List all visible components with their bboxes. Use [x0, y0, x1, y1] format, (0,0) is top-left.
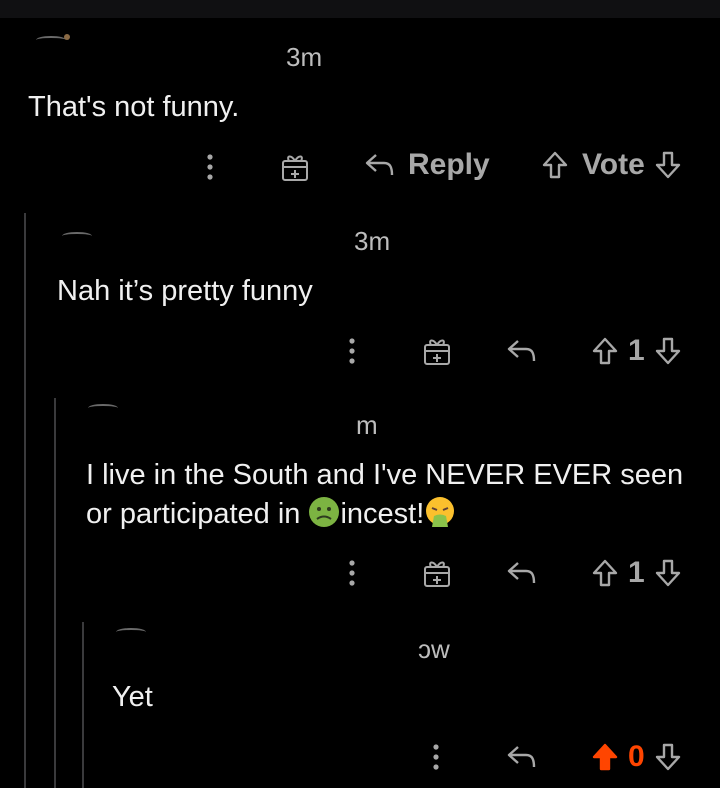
reply-button[interactable]: Reply	[364, 148, 490, 182]
more-vertical-icon	[349, 338, 355, 364]
reply-arrow-icon	[365, 154, 394, 176]
more-options-button[interactable]	[342, 556, 362, 590]
comment-text: Yet	[112, 681, 153, 713]
thread-line-level-2[interactable]	[54, 398, 56, 788]
vote-score: 1	[628, 334, 645, 367]
comment-time: m	[356, 410, 378, 440]
avatar-dot	[64, 34, 70, 40]
give-award-button[interactable]	[422, 558, 452, 588]
vomiting-face-emoji-icon	[426, 497, 455, 527]
vote-control: Vote	[542, 148, 681, 182]
comment-time: ɔw	[418, 634, 450, 664]
downvote-arrow-icon[interactable]	[655, 558, 681, 588]
avatar[interactable]	[36, 36, 66, 44]
comment-text: Nah it’s pretty funny	[57, 275, 313, 307]
upvote-arrow-filled-icon[interactable]	[592, 742, 618, 772]
downvote-arrow-icon[interactable]	[655, 150, 681, 180]
reply-button[interactable]	[506, 558, 538, 588]
more-vertical-icon	[349, 560, 355, 586]
reply-label: Reply	[408, 148, 490, 181]
comment-text: I live in the South and I've NEVER EVER …	[86, 456, 686, 534]
top-bar	[0, 0, 720, 18]
downvote-arrow-icon[interactable]	[655, 742, 681, 772]
avatar[interactable]	[116, 628, 146, 636]
upvote-arrow-icon[interactable]	[592, 558, 618, 588]
vote-score: 1	[628, 556, 645, 589]
thread-line-level-3[interactable]	[82, 622, 84, 788]
reply-button[interactable]	[506, 742, 538, 772]
gift-icon	[282, 155, 308, 181]
upvote-arrow-icon[interactable]	[542, 150, 568, 180]
reply-arrow-icon	[507, 562, 536, 584]
comment-text: That's not funny.	[28, 91, 240, 123]
vote-label: Vote	[582, 148, 645, 181]
comment-text-part: incest!	[340, 498, 425, 530]
avatar[interactable]	[88, 404, 118, 412]
thread-line-level-1[interactable]	[24, 213, 26, 788]
reply-button[interactable]	[506, 336, 538, 366]
vote-score: 0	[628, 740, 645, 773]
vote-control: 0	[592, 740, 681, 774]
avatar[interactable]	[62, 232, 92, 240]
give-award-button[interactable]	[422, 336, 452, 366]
vote-control: 1	[592, 556, 681, 590]
downvote-arrow-icon[interactable]	[655, 336, 681, 366]
give-award-button[interactable]	[280, 152, 310, 182]
comment-time: 3m	[286, 42, 323, 72]
comment-time: 3m	[354, 226, 391, 256]
more-options-button[interactable]	[426, 740, 446, 774]
reply-arrow-icon	[507, 340, 536, 362]
gift-icon	[424, 561, 450, 587]
gift-icon	[424, 339, 450, 365]
upvote-arrow-icon[interactable]	[592, 336, 618, 366]
more-options-button[interactable]	[342, 334, 362, 368]
more-options-button[interactable]	[200, 150, 220, 184]
vote-control: 1	[592, 334, 681, 368]
more-vertical-icon	[433, 744, 439, 770]
nauseated-face-emoji-icon	[309, 497, 340, 527]
more-vertical-icon	[207, 154, 213, 180]
reply-arrow-icon	[507, 746, 536, 768]
